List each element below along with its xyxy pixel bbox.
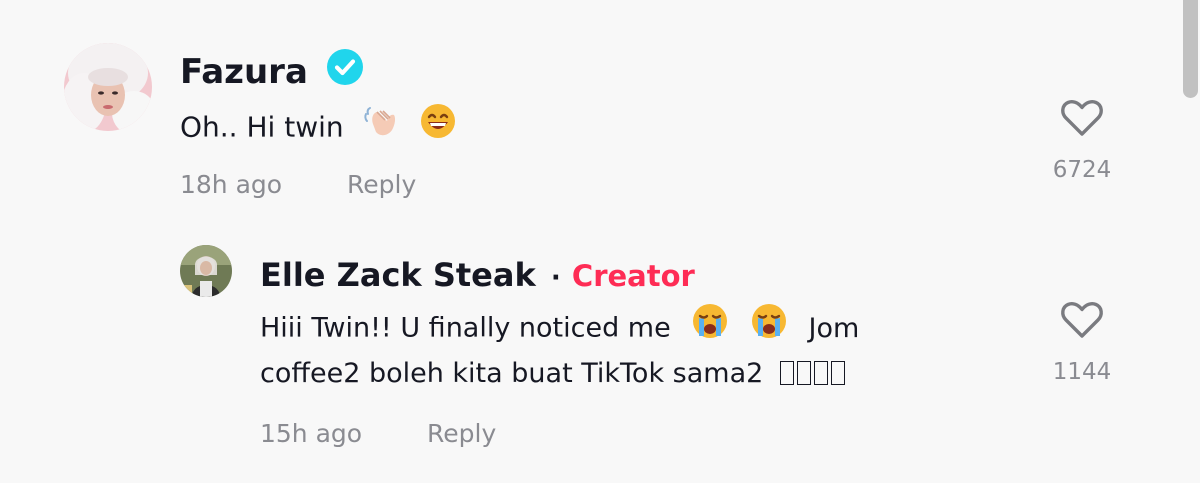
- unrendered-emoji-glyphs: [779, 358, 848, 389]
- comment-author: Elle Zack Steak · Creator: [260, 256, 695, 294]
- comment-timestamp: 18h ago: [180, 170, 283, 199]
- comment-text-line-2: coffee2 boleh kita buat TikTok sama2: [260, 350, 848, 398]
- creator-badge: Creator: [571, 259, 695, 293]
- like-button[interactable]: [1060, 98, 1104, 138]
- verified-badge-icon: [326, 48, 364, 86]
- separator-dot: ·: [550, 263, 561, 293]
- comment-timestamp: 15h ago: [260, 419, 363, 448]
- comment-text-content: Hiii Twin!! U finally noticed me: [260, 312, 671, 344]
- reply-button[interactable]: Reply: [347, 170, 416, 199]
- loudly-crying-face-icon: [691, 302, 729, 356]
- comment-text-content: coffee2 boleh kita buat TikTok sama2: [260, 358, 764, 389]
- comment-text-content-after: Jom: [808, 312, 860, 344]
- reply-button[interactable]: Reply: [427, 419, 496, 448]
- avatar-elle-zack-steak[interactable]: [180, 245, 232, 297]
- comment-list: Fazura Oh.. Hi twin 18h ago Reply 6724 E…: [0, 0, 1200, 483]
- author-name[interactable]: Elle Zack Steak: [260, 256, 536, 294]
- comment-text: Oh.. Hi twin: [180, 102, 457, 155]
- like-count: 1144: [1052, 359, 1112, 385]
- like-count: 6724: [1052, 157, 1112, 183]
- comment-author[interactable]: Fazura: [180, 52, 308, 92]
- comment-text-line-1: Hiii Twin!! U finally noticed me Jom: [260, 302, 859, 356]
- scrollbar-thumb[interactable]: [1183, 0, 1198, 98]
- comment-text-content: Oh.. Hi twin: [180, 110, 344, 144]
- grinning-face-icon: [419, 102, 457, 155]
- like-button[interactable]: [1060, 300, 1104, 340]
- loudly-crying-face-icon: [750, 302, 788, 356]
- avatar-fazura[interactable]: [64, 43, 152, 131]
- heart-icon: [1061, 302, 1103, 338]
- waving-hand-icon: [363, 102, 401, 155]
- heart-icon: [1061, 100, 1103, 136]
